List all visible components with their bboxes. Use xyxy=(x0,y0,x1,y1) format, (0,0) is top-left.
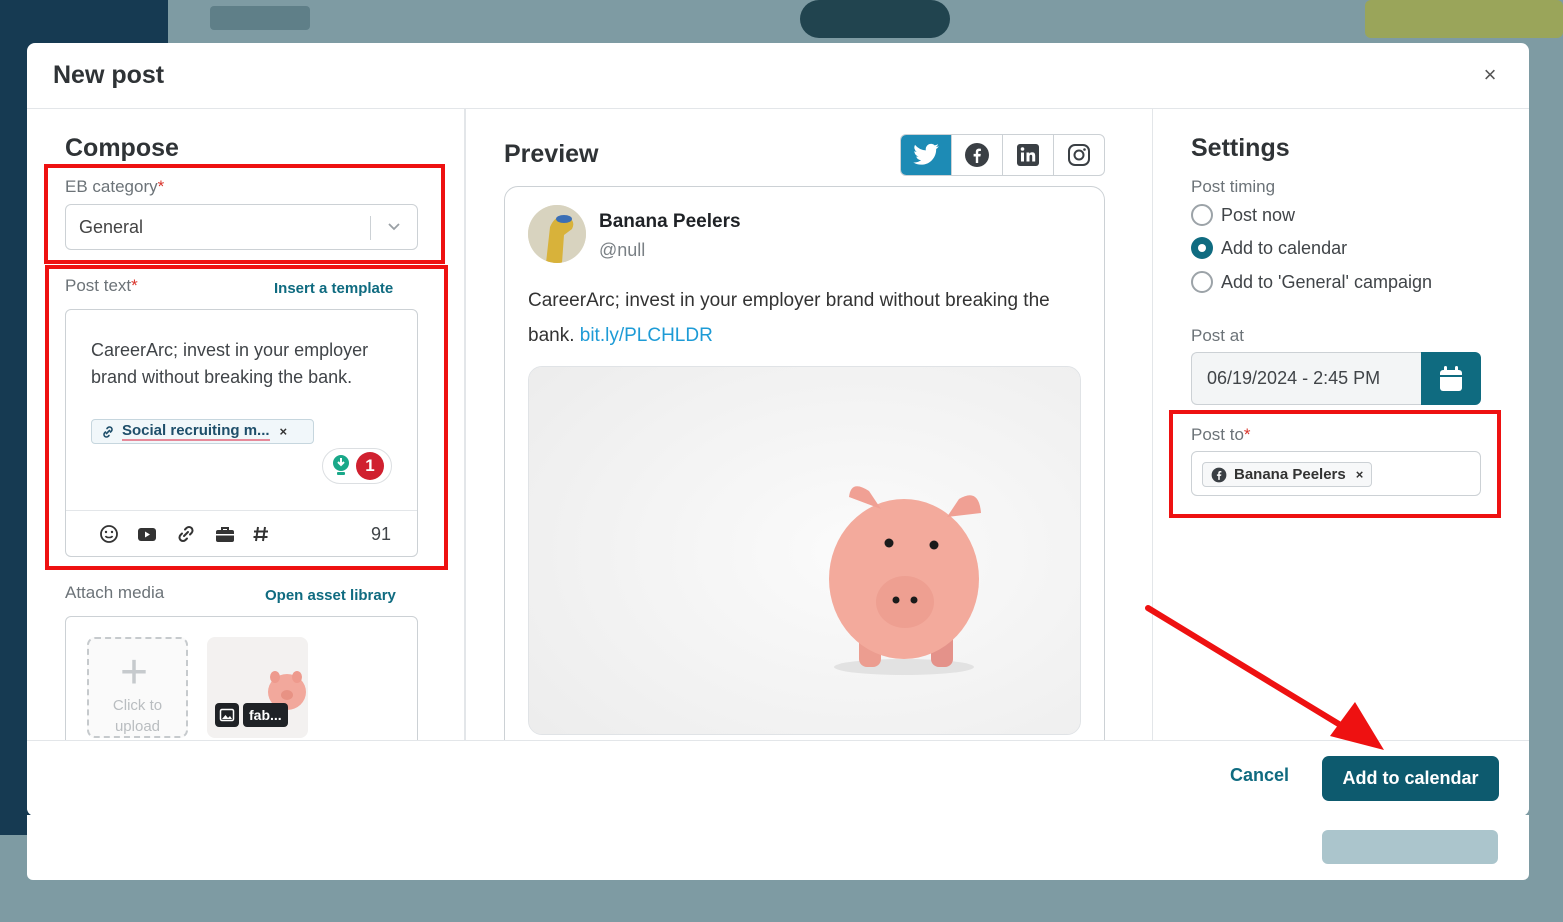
chevron-down-icon xyxy=(388,223,400,231)
cancel-button[interactable]: Cancel xyxy=(1230,765,1289,786)
media-attachments: + Click to upload fab... xyxy=(65,616,418,756)
tweet-text: CareerArc; invest in your employer brand… xyxy=(528,290,1050,346)
link-chip-label: Social recruiting m... xyxy=(122,422,270,441)
post-at-label: Post at xyxy=(1191,326,1244,345)
settings-panel: Settings Post timing Post now Add to cal… xyxy=(1153,109,1529,741)
tab-instagram[interactable] xyxy=(1054,135,1104,175)
briefcase-icon[interactable] xyxy=(214,523,236,545)
post-at-input[interactable]: 06/19/2024 - 2:45 PM xyxy=(1191,352,1423,405)
account-name: Banana Peelers xyxy=(599,211,741,232)
account-chip: Banana Peelers × xyxy=(1202,462,1373,487)
preview-image xyxy=(528,366,1081,735)
media-thumbnail[interactable]: fab... xyxy=(207,637,308,738)
category-value: General xyxy=(79,216,144,237)
category-select[interactable]: General xyxy=(65,204,418,250)
twitter-icon xyxy=(913,143,939,165)
new-post-modal: New post × Compose EB category* General … xyxy=(27,43,1529,816)
background-header-button xyxy=(1365,0,1563,38)
category-label: EB category* xyxy=(65,177,165,196)
select-divider xyxy=(370,216,371,240)
radio-label: Add to calendar xyxy=(1221,237,1348,258)
radio-label: Add to 'General' campaign xyxy=(1221,271,1432,292)
tab-twitter[interactable] xyxy=(901,135,952,175)
calendar-button[interactable] xyxy=(1421,352,1481,405)
tab-linkedin[interactable] xyxy=(1003,135,1054,175)
radio-label: Post now xyxy=(1221,204,1296,225)
modal-header: New post × xyxy=(27,43,1529,109)
close-icon[interactable]: × xyxy=(1479,64,1501,87)
link-chip[interactable]: Social recruiting m... × xyxy=(91,419,314,444)
radio-button[interactable] xyxy=(1191,271,1213,293)
remove-account-icon[interactable]: × xyxy=(1356,467,1364,482)
radio-post-now[interactable]: Post now xyxy=(1191,204,1295,226)
open-asset-library-link[interactable]: Open asset library xyxy=(265,587,396,604)
radio-button[interactable] xyxy=(1191,204,1213,226)
instagram-icon xyxy=(1068,144,1090,166)
modal-footer: Cancel Add to calendar xyxy=(27,740,1529,816)
post-timing-label: Post timing xyxy=(1191,177,1276,196)
post-text-editor[interactable]: CareerArc; invest in your employer brand… xyxy=(65,309,418,557)
image-icon xyxy=(215,703,239,727)
link-icon[interactable] xyxy=(175,523,197,545)
network-tabs xyxy=(900,134,1105,176)
upload-label: Click to upload xyxy=(112,697,163,735)
post-to-label: Post to* xyxy=(1191,425,1251,444)
calendar-icon xyxy=(1440,365,1462,391)
preview-title: Preview xyxy=(504,140,599,168)
plus-icon: + xyxy=(120,646,149,699)
emoji-icon[interactable] xyxy=(98,523,120,545)
attach-media-label: Attach media xyxy=(65,583,165,602)
issue-count-badge: 1 xyxy=(356,452,384,480)
assistant-badge[interactable]: 1 xyxy=(322,448,392,484)
thumbnail-tag: fab... xyxy=(215,703,288,727)
background-button xyxy=(1322,830,1498,864)
radio-add-to-campaign[interactable]: Add to 'General' campaign xyxy=(1191,271,1432,293)
facebook-icon xyxy=(1211,467,1227,482)
tweet-preview-card: Banana Peelers @null CareerArc; invest i… xyxy=(504,186,1105,786)
post-text-content[interactable]: CareerArc; invest in your employer brand… xyxy=(91,337,391,391)
hashtag-icon[interactable] xyxy=(250,523,272,545)
radio-add-to-calendar[interactable]: Add to calendar xyxy=(1191,237,1347,259)
thumbnail-name: fab... xyxy=(243,703,288,727)
character-count: 91 xyxy=(370,524,391,544)
radio-button-checked[interactable] xyxy=(1191,237,1213,259)
compose-title: Compose xyxy=(65,134,179,162)
background-header-item xyxy=(210,6,310,30)
editor-toolbar: 91 xyxy=(66,510,417,556)
upload-tile[interactable]: + Click to upload xyxy=(87,637,188,738)
linkedin-icon xyxy=(1017,144,1039,166)
post-text-label: Post text* xyxy=(65,276,138,295)
video-icon[interactable] xyxy=(136,523,158,545)
tweet-link[interactable]: bit.ly/PLCHLDR xyxy=(580,325,713,346)
account-chip-label: Banana Peelers xyxy=(1234,466,1346,483)
post-to-field[interactable]: Banana Peelers × xyxy=(1191,451,1481,496)
modal-title: New post xyxy=(53,61,165,89)
tab-facebook[interactable] xyxy=(952,135,1003,175)
piggy-bank-image xyxy=(529,367,1080,734)
facebook-icon xyxy=(965,143,989,167)
avatar xyxy=(528,205,586,263)
account-handle: @null xyxy=(599,240,646,260)
settings-title: Settings xyxy=(1191,134,1290,162)
background-header-tab xyxy=(800,0,950,38)
background-panel xyxy=(27,815,1529,880)
preview-panel: Preview Banana Peelers @null CareerArc; … xyxy=(465,109,1153,786)
lightbulb-icon xyxy=(333,455,349,475)
compose-panel: Compose EB category* General Post text* … xyxy=(27,109,465,756)
remove-link-icon[interactable]: × xyxy=(280,424,288,439)
link-icon xyxy=(103,425,113,438)
insert-template-link[interactable]: Insert a template xyxy=(274,280,393,297)
add-to-calendar-button[interactable]: Add to calendar xyxy=(1322,756,1499,801)
